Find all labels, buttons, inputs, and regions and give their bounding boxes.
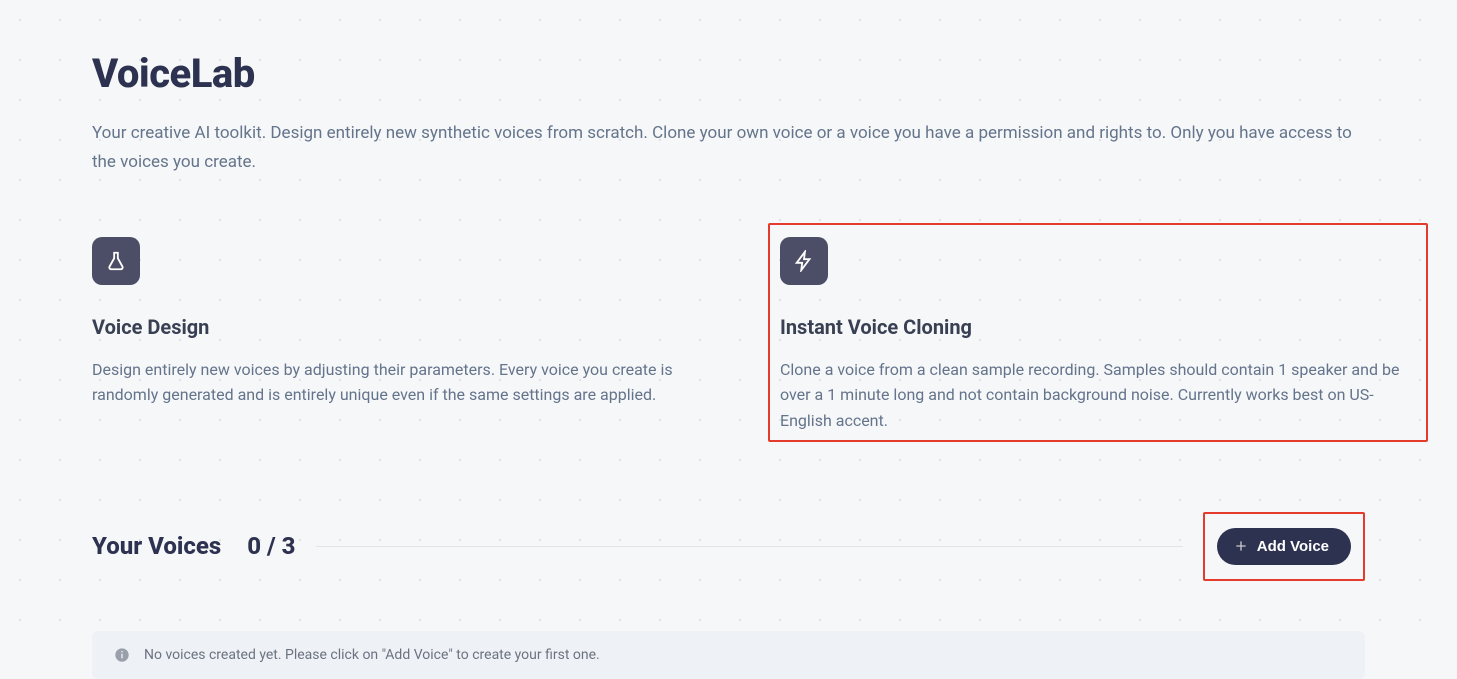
divider xyxy=(316,546,1183,547)
empty-voices-notice: No voices created yet. Please click on "… xyxy=(92,631,1365,679)
add-voice-label: Add Voice xyxy=(1257,538,1329,555)
flask-icon xyxy=(92,237,140,285)
instant-voice-cloning-card[interactable]: Instant Voice Cloning Clone a voice from… xyxy=(768,223,1428,442)
your-voices-title: Your Voices xyxy=(92,532,221,560)
feature-cards: Voice Design Design entirely new voices … xyxy=(92,237,1365,442)
instant-voice-cloning-description: Clone a voice from a clean sample record… xyxy=(780,357,1416,434)
page-description: Your creative AI toolkit. Design entirel… xyxy=(92,119,1365,177)
plus-icon xyxy=(1233,538,1249,554)
your-voices-header: Your Voices 0 / 3 Add Voice xyxy=(92,512,1365,581)
voice-design-card[interactable]: Voice Design Design entirely new voices … xyxy=(92,237,740,442)
add-voice-button[interactable]: Add Voice xyxy=(1217,528,1351,565)
empty-voices-text: No voices created yet. Please click on "… xyxy=(144,647,600,663)
voice-design-description: Design entirely new voices by adjusting … xyxy=(92,357,740,408)
your-voices-count: 0 / 3 xyxy=(247,532,295,560)
lightning-icon xyxy=(780,237,828,285)
add-voice-highlight: Add Voice xyxy=(1203,512,1365,581)
voice-design-title: Voice Design xyxy=(92,315,740,339)
info-icon xyxy=(114,647,130,663)
page-title: VoiceLab xyxy=(92,50,1365,97)
instant-voice-cloning-title: Instant Voice Cloning xyxy=(780,315,1416,339)
